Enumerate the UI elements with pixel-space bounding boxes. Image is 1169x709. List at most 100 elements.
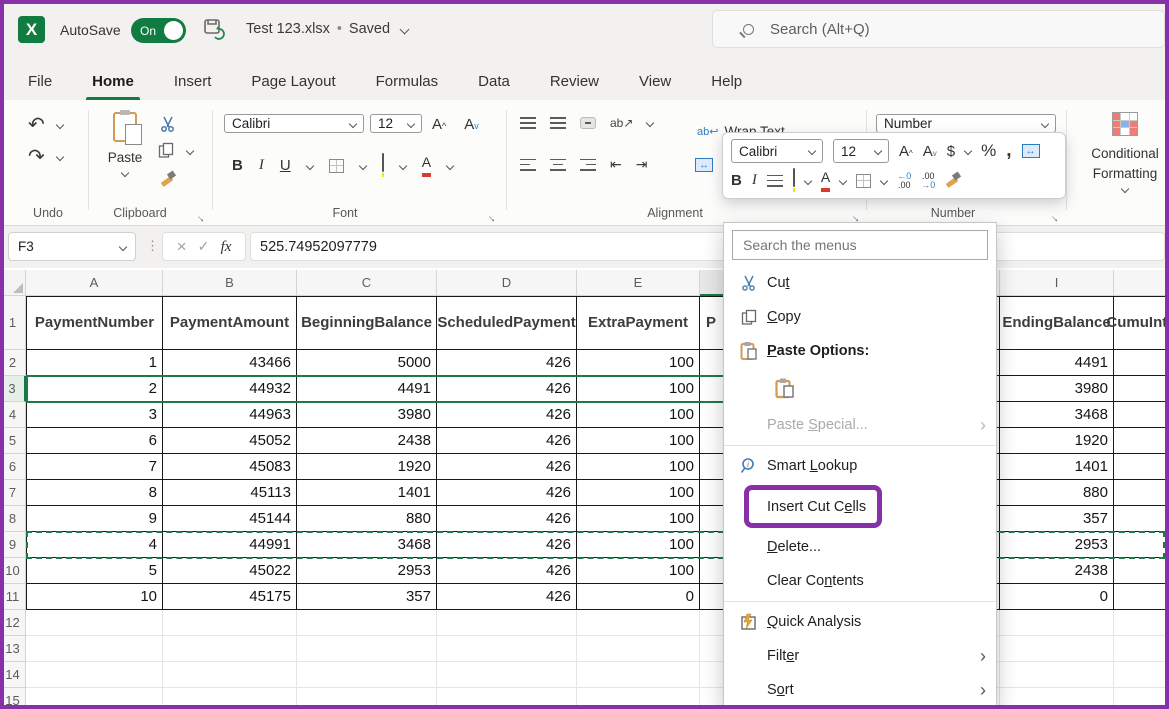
cell-D6[interactable]: 426 (437, 454, 577, 480)
tab-data[interactable]: Data (476, 69, 512, 94)
cell-D11[interactable]: 426 (437, 584, 577, 610)
menu-item-quick-analysis[interactable]: Quick Analysis (724, 605, 996, 639)
redo-button[interactable] (28, 144, 45, 169)
tab-review[interactable]: Review (548, 69, 601, 94)
column-header-A[interactable]: A (26, 270, 163, 296)
mini-decrease-font-button[interactable]: Av (923, 143, 937, 160)
cell-B11[interactable]: 45175 (163, 584, 297, 610)
cell-A8[interactable]: 9 (26, 506, 163, 532)
row-header-9[interactable]: 9 (0, 532, 26, 558)
row-header-6[interactable]: 6 (0, 454, 26, 480)
cut-button[interactable] (160, 116, 176, 132)
cell-D3[interactable]: 426 (437, 376, 577, 402)
cell-D15[interactable] (437, 688, 577, 709)
header-cell-D1[interactable]: ScheduledPayment (437, 296, 577, 350)
cell-D14[interactable] (437, 662, 577, 688)
column-header-C[interactable]: C (297, 270, 437, 296)
bold-button[interactable]: B (232, 157, 243, 174)
cell-J4[interactable] (1114, 402, 1169, 428)
row-header-10[interactable]: 10 (0, 558, 26, 584)
orientation-button[interactable]: ab↗ (610, 116, 633, 130)
orientation-dropdown[interactable] (646, 119, 654, 127)
cell-I4[interactable]: 3468 (1000, 402, 1114, 428)
cell-D12[interactable] (437, 610, 577, 636)
cell-B2[interactable]: 43466 (163, 350, 297, 376)
formula-bar-handle[interactable] (146, 238, 159, 254)
cell-E3[interactable]: 100 (577, 376, 700, 402)
cell-A12[interactable] (26, 610, 163, 636)
number-format-combo[interactable]: Number (876, 114, 1056, 133)
cell-B13[interactable] (163, 636, 297, 662)
cell-E7[interactable]: 100 (577, 480, 700, 506)
cell-A7[interactable]: 8 (26, 480, 163, 506)
increase-indent-button[interactable]: ⇥ (636, 156, 648, 173)
mini-fill-color-dropdown[interactable] (804, 176, 812, 184)
redo-dropdown[interactable] (56, 152, 64, 160)
mini-comma-button[interactable]: , (1006, 140, 1011, 162)
header-cell-E1[interactable]: ExtraPayment (577, 296, 700, 350)
cell-E4[interactable]: 100 (577, 402, 700, 428)
cell-A13[interactable] (26, 636, 163, 662)
top-align-button[interactable] (520, 117, 536, 129)
cell-J3[interactable] (1114, 376, 1169, 402)
menu-item-paste-options[interactable]: Paste Options: (724, 334, 996, 368)
cell-J10[interactable] (1114, 558, 1169, 584)
menu-item-insert-cut-cells[interactable]: Insert Cut Cells (724, 483, 996, 530)
menu-item-delete[interactable]: Delete... (724, 530, 996, 564)
cancel-icon[interactable] (177, 237, 187, 257)
cell-D13[interactable] (437, 636, 577, 662)
cell-I14[interactable] (1000, 662, 1114, 688)
header-cell-I1[interactable]: EndingBalance (1000, 296, 1114, 350)
mini-merge-center-button[interactable] (1022, 144, 1040, 158)
row-header-13[interactable]: 13 (0, 636, 26, 662)
cell-I8[interactable]: 357 (1000, 506, 1114, 532)
tab-formulas[interactable]: Formulas (374, 69, 441, 94)
paste-button[interactable]: Paste (102, 112, 148, 176)
bottom-align-button[interactable] (580, 117, 596, 129)
row-header-11[interactable]: 11 (0, 584, 26, 610)
cell-B5[interactable]: 45052 (163, 428, 297, 454)
fill-color-button[interactable] (382, 154, 384, 177)
cell-C14[interactable] (297, 662, 437, 688)
cell-J5[interactable] (1114, 428, 1169, 454)
cell-C15[interactable] (297, 688, 437, 709)
italic-button[interactable]: I (259, 157, 264, 174)
font-size-combo[interactable]: 12 (370, 114, 422, 133)
cell-J13[interactable] (1114, 636, 1169, 662)
align-center-button[interactable] (550, 159, 566, 171)
cell-I12[interactable] (1000, 610, 1114, 636)
tab-help[interactable]: Help (709, 69, 744, 94)
cell-B12[interactable] (163, 610, 297, 636)
save-sync-icon[interactable] (203, 18, 225, 45)
cell-D4[interactable]: 426 (437, 402, 577, 428)
mini-borders-button[interactable] (856, 174, 871, 188)
row-header-5[interactable]: 5 (0, 428, 26, 454)
cell-J2[interactable] (1114, 350, 1169, 376)
middle-align-button[interactable] (550, 117, 566, 129)
formula-input[interactable]: 525.74952097779 (250, 232, 1165, 261)
font-color-button[interactable]: A (422, 154, 431, 177)
mini-decrease-decimal-button[interactable]: ←0.00 (897, 172, 911, 190)
cell-A10[interactable]: 5 (26, 558, 163, 584)
mini-increase-decimal-button[interactable]: .00→0 (921, 172, 935, 190)
column-header-E[interactable]: E (577, 270, 700, 296)
format-painter-button[interactable] (160, 172, 175, 187)
align-left-button[interactable] (520, 159, 536, 171)
mini-fill-color-button[interactable] (793, 169, 795, 192)
cell-E13[interactable] (577, 636, 700, 662)
cell-J15[interactable] (1114, 688, 1169, 709)
cell-A4[interactable]: 3 (26, 402, 163, 428)
cell-J14[interactable] (1114, 662, 1169, 688)
tab-insert[interactable]: Insert (172, 69, 214, 94)
font-name-combo[interactable]: Calibri (224, 114, 364, 133)
font-dialog-launcher[interactable] (487, 208, 499, 220)
menu-search-input[interactable]: Search the menus (732, 230, 988, 260)
menu-item-clear-contents[interactable]: Clear Contents (724, 564, 996, 598)
mini-bold-button[interactable]: B (731, 172, 742, 189)
header-cell-J1[interactable]: CumuInte (1114, 296, 1169, 350)
row-header-7[interactable]: 7 (0, 480, 26, 506)
row-header-12[interactable]: 12 (0, 610, 26, 636)
cell-E11[interactable]: 0 (577, 584, 700, 610)
mini-currency-button[interactable]: $ (947, 143, 955, 160)
document-title[interactable]: Test 123.xlsx • Saved (246, 21, 408, 37)
